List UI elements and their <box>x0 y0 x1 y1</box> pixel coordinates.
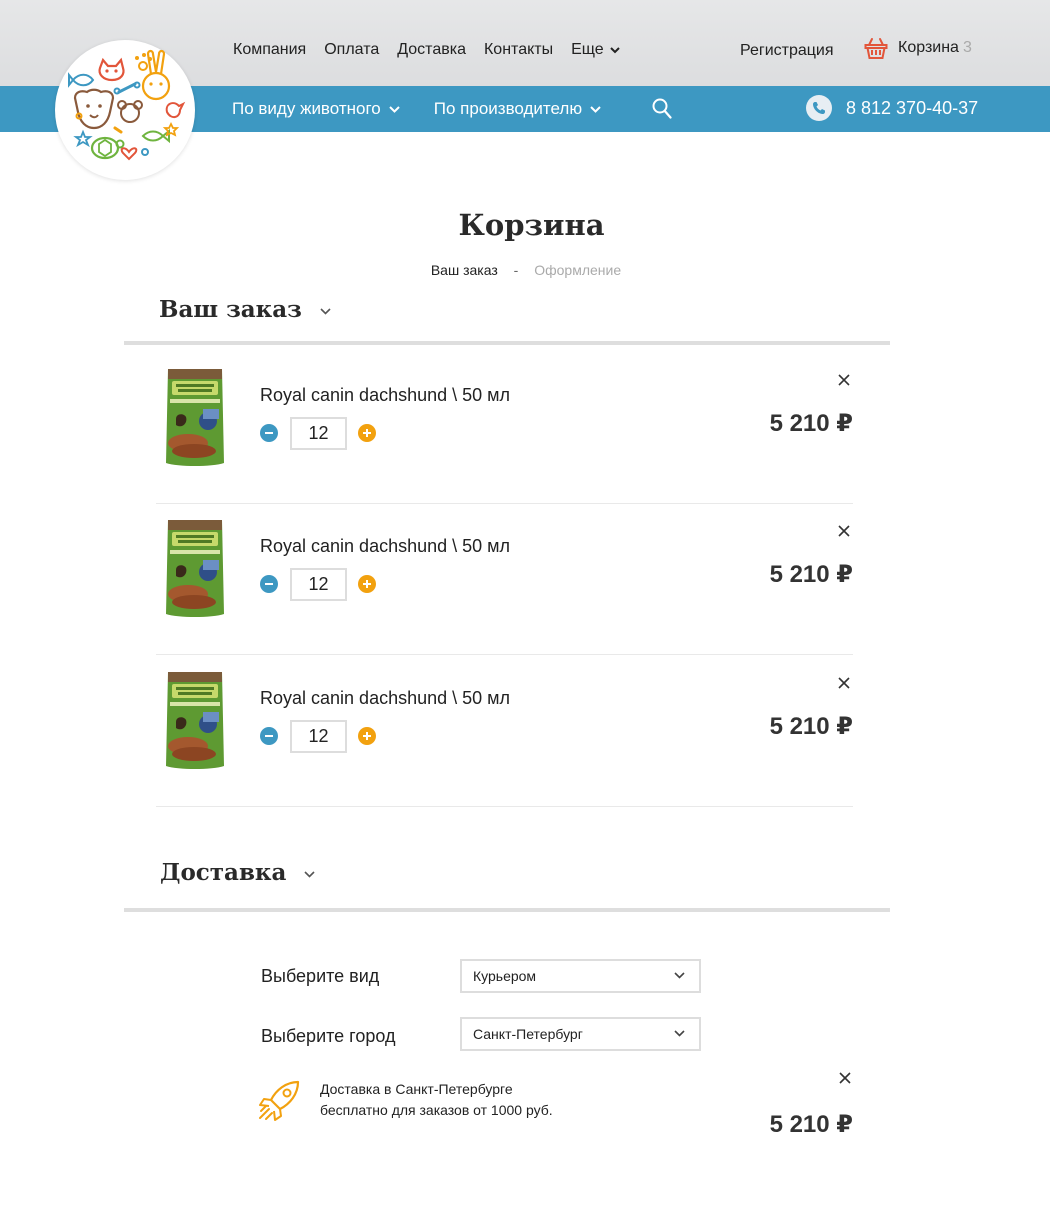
close-icon[interactable] <box>837 373 851 387</box>
basket-icon <box>864 38 888 59</box>
quantity-increase-button[interactable] <box>358 727 376 745</box>
category-dropdown-animal[interactable]: По виду животного <box>232 99 400 119</box>
category-label: По производителю <box>433 99 583 118</box>
close-icon[interactable] <box>837 524 851 538</box>
search-icon[interactable] <box>652 98 672 119</box>
nav-link-company[interactable]: Компания <box>233 41 306 59</box>
nav-link-contacts[interactable]: Контакты <box>484 41 553 59</box>
category-dropdown-manufacturer[interactable]: По производителю <box>434 99 601 119</box>
chevron-down-icon <box>304 871 316 878</box>
rocket-icon <box>259 1080 300 1121</box>
chevron-down-icon <box>609 46 620 53</box>
register-link[interactable]: Регистрация <box>740 42 834 60</box>
checkout-steps: Ваш заказ - Оформление <box>0 262 1050 278</box>
promo-line: бесплатно для заказов от 1000 руб. <box>320 1102 553 1118</box>
category-nav: По виду животного По производителю <box>232 99 635 119</box>
cart-link[interactable]: Корзина 3 <box>864 36 972 60</box>
delivery-type-label: Выберите вид <box>261 966 380 986</box>
delivery-section-toggle[interactable]: Доставка <box>160 859 316 886</box>
delivery-type-select[interactable]: Курьером <box>460 959 701 993</box>
order-section-title: Ваш заказ <box>159 296 302 323</box>
close-icon[interactable] <box>838 1071 852 1085</box>
quantity-input[interactable] <box>290 568 347 601</box>
quantity-decrease-button[interactable] <box>260 575 278 593</box>
chevron-down-icon <box>674 972 685 979</box>
delivery-type-value: Курьером <box>473 968 537 984</box>
delivery-section-title: Доставка <box>160 859 287 886</box>
top-nav: Компания Оплата Доставка Контакты Еще <box>233 41 638 59</box>
step-current[interactable]: Ваш заказ <box>431 262 498 278</box>
category-label: По виду животного <box>232 99 381 118</box>
product-image[interactable] <box>162 670 228 770</box>
chevron-down-icon <box>320 308 331 315</box>
logo[interactable] <box>55 40 195 180</box>
chevron-down-icon <box>590 105 601 113</box>
product-image[interactable] <box>162 367 228 467</box>
city-value: Санкт-Петербург <box>473 1026 583 1042</box>
promo-line: Доставка в Санкт-Петербурге <box>320 1081 513 1097</box>
nav-link-label: Еще <box>571 41 604 58</box>
cart-item-row: Royal canin dachshund \ 50 мл 5 210 ₽ <box>156 656 853 807</box>
nav-link-label: Контакты <box>483 41 554 58</box>
section-divider <box>124 341 890 345</box>
product-name[interactable]: Royal canin dachshund \ 50 мл <box>260 688 510 709</box>
product-name[interactable]: Royal canin dachshund \ 50 мл <box>260 385 510 406</box>
item-price: 5 210 ₽ <box>769 713 853 740</box>
cart-count-badge: 3 <box>962 39 972 56</box>
delivery-promo: Доставка в Санкт-Петербурге бесплатно дл… <box>320 1079 553 1121</box>
nav-link-label: Компания <box>233 41 307 58</box>
cart-label: Корзина <box>898 39 959 56</box>
nav-link-payment[interactable]: Оплата <box>324 41 379 59</box>
step-separator: - <box>513 262 519 278</box>
item-price: 5 210 ₽ <box>769 410 853 437</box>
city-select[interactable]: Санкт-Петербург <box>460 1017 701 1051</box>
product-name[interactable]: Royal canin dachshund \ 50 мл <box>260 536 510 557</box>
quantity-increase-button[interactable] <box>358 575 376 593</box>
delivery-price: 5 210 ₽ <box>769 1111 853 1138</box>
quantity-decrease-button[interactable] <box>260 727 278 745</box>
chevron-down-icon <box>389 105 400 113</box>
cart-item-row: Royal canin dachshund \ 50 мл 5 210 ₽ <box>156 504 853 655</box>
city-label: Выберите город <box>261 1026 396 1046</box>
nav-link-delivery[interactable]: Доставка <box>397 41 466 59</box>
order-section-toggle[interactable]: Ваш заказ <box>159 296 331 323</box>
nav-link-label: Оплата <box>324 41 380 58</box>
page-title: Корзина <box>458 208 605 242</box>
close-icon[interactable] <box>837 676 851 690</box>
phone-icon <box>806 95 832 121</box>
step-next[interactable]: Оформление <box>534 262 621 278</box>
phone-number: 8 812 370-40-37 <box>846 97 979 118</box>
cart-item-row: Royal canin dachshund \ 50 мл 5 210 ₽ <box>156 353 853 504</box>
quantity-increase-button[interactable] <box>358 424 376 442</box>
quantity-input[interactable] <box>290 720 347 753</box>
pets-logo-icon <box>68 49 186 161</box>
quantity-decrease-button[interactable] <box>260 424 278 442</box>
phone-contact[interactable]: 8 812 370-40-37 <box>806 95 978 121</box>
product-image[interactable] <box>162 518 228 618</box>
section-divider <box>124 908 890 912</box>
quantity-input[interactable] <box>290 417 347 450</box>
nav-dropdown-more[interactable]: Еще <box>571 41 620 59</box>
chevron-down-icon <box>674 1030 685 1037</box>
item-price: 5 210 ₽ <box>769 561 853 588</box>
nav-link-label: Доставка <box>397 41 466 58</box>
